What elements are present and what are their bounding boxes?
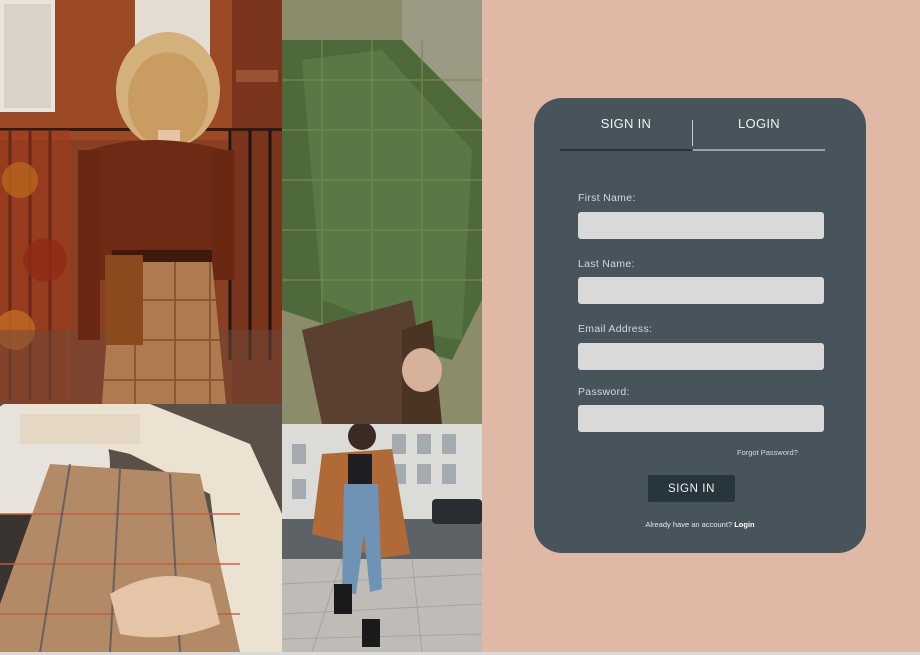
login-link[interactable]: Login (734, 520, 754, 529)
password-label: Password: (578, 386, 630, 398)
tab-sign-in[interactable]: SIGN IN (560, 98, 692, 151)
photo-collage (0, 0, 482, 652)
photo-plaid-trousers (0, 404, 282, 652)
last-name-field[interactable] (578, 277, 824, 304)
photo-green-blazer (282, 0, 482, 424)
photo-brown-cardigan (0, 0, 282, 404)
password-field[interactable] (578, 405, 824, 432)
tab-login[interactable]: LOGIN (693, 98, 825, 151)
already-account-text: Already have an account? Login (534, 520, 866, 529)
email-field[interactable] (578, 343, 824, 370)
first-name-label: First Name: (578, 192, 636, 204)
forgot-password-link[interactable]: Forgot Password? (737, 448, 798, 457)
email-label: Email Address: (578, 323, 653, 335)
already-account-prompt: Already have an account? (645, 520, 733, 529)
signin-card: SIGN IN LOGIN First Name: Last Name: Ema… (534, 98, 866, 553)
last-name-label: Last Name: (578, 258, 635, 270)
sign-in-button[interactable]: SIGN IN (648, 475, 735, 502)
photo-camel-coat (282, 424, 482, 652)
first-name-field[interactable] (578, 212, 824, 239)
